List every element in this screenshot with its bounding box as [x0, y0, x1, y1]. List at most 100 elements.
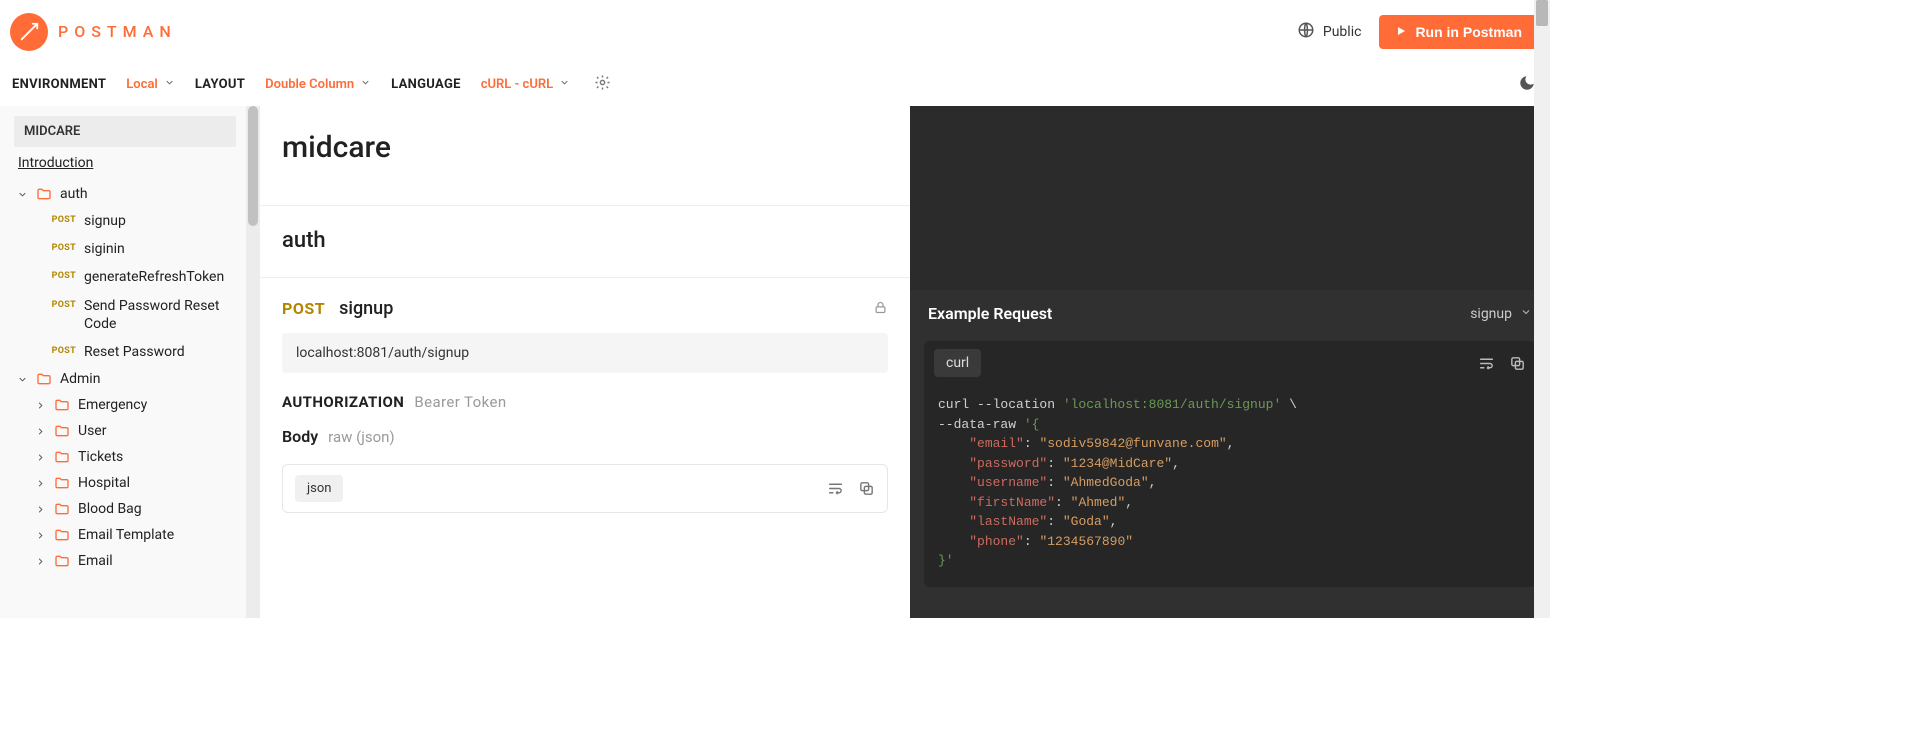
- method-badge: POST: [46, 297, 76, 310]
- folder-icon: [54, 501, 70, 517]
- example-header: Example Request signup: [910, 290, 1550, 337]
- chevron-right-icon: [34, 478, 46, 489]
- example-selector[interactable]: signup: [1470, 306, 1532, 322]
- folder-icon: [54, 449, 70, 465]
- lock-icon: [873, 300, 888, 319]
- sidebar-folder-tickets[interactable]: Tickets: [32, 444, 236, 470]
- admin-children: Emergency User Tickets: [32, 392, 236, 574]
- visibility-public[interactable]: Public: [1297, 21, 1362, 43]
- language-label: LANGUAGE: [391, 77, 461, 92]
- play-icon: [1395, 24, 1407, 40]
- sidebar-request-refresh[interactable]: POST generateRefreshToken: [44, 263, 236, 291]
- wrap-lines-button[interactable]: [1478, 355, 1495, 372]
- env-label: ENVIRONMENT: [12, 77, 106, 92]
- settings-button[interactable]: [594, 74, 611, 95]
- request-header: POST signup: [282, 298, 888, 319]
- body-language-chip[interactable]: json: [295, 475, 343, 502]
- top-header: POSTMAN Public Run in Postman: [0, 0, 1550, 64]
- method-badge: POST: [46, 343, 76, 356]
- env-dropdown[interactable]: Local: [126, 77, 175, 92]
- collection-name[interactable]: MIDCARE: [14, 116, 236, 147]
- env-value: Local: [126, 77, 158, 92]
- public-label: Public: [1323, 24, 1362, 40]
- sidebar-request-send-reset[interactable]: POST Send Password Reset Code: [44, 292, 236, 338]
- chevron-down-icon: [360, 77, 371, 92]
- folder-label: auth: [60, 186, 88, 202]
- body-heading: Body raw (json): [282, 427, 888, 446]
- content-area: midcare auth POST signup localhost:8081/…: [260, 106, 1550, 618]
- sidebar-request-signup[interactable]: POST signup: [44, 207, 236, 235]
- folder-label: User: [78, 423, 106, 439]
- chevron-right-icon: [34, 400, 46, 411]
- folder-label: Admin: [60, 371, 100, 387]
- chevron-down-icon: [559, 77, 570, 92]
- folder-section-title: auth: [260, 206, 910, 278]
- brand-name: POSTMAN: [58, 22, 177, 41]
- folder-icon: [54, 423, 70, 439]
- method-badge: POST: [46, 240, 76, 253]
- folder-icon: [54, 475, 70, 491]
- sidebar-request-signin[interactable]: POST siginin: [44, 235, 236, 263]
- code-card-actions: [1478, 355, 1526, 372]
- sidebar-folder-blood-bag[interactable]: Blood Bag: [32, 496, 236, 522]
- postman-logo-icon: [10, 13, 48, 51]
- run-label: Run in Postman: [1415, 24, 1522, 40]
- introduction-link[interactable]: Introduction: [18, 155, 232, 171]
- copy-button[interactable]: [1509, 355, 1526, 372]
- request-name: Reset Password: [84, 343, 234, 361]
- copy-button[interactable]: [858, 480, 875, 497]
- header-right: Public Run in Postman: [1297, 15, 1538, 49]
- example-column: Example Request signup curl curl --: [910, 106, 1550, 618]
- sidebar-folder-auth[interactable]: auth: [14, 181, 236, 207]
- body-box-header: json: [283, 465, 887, 512]
- auth-label: AUTHORIZATION: [282, 393, 404, 411]
- run-in-postman-button[interactable]: Run in Postman: [1379, 15, 1538, 49]
- body-box-actions: [827, 480, 875, 497]
- request-block: POST signup localhost:8081/auth/signup A…: [260, 278, 910, 533]
- folder-label: Tickets: [78, 449, 123, 465]
- globe-icon: [1297, 21, 1315, 43]
- code-card-header: curl: [924, 341, 1536, 385]
- sidebar-folder-emergency[interactable]: Emergency: [32, 392, 236, 418]
- code-language-chip[interactable]: curl: [934, 349, 981, 377]
- chevron-down-icon: [16, 189, 28, 200]
- language-dropdown[interactable]: cURL - cURL: [481, 77, 570, 92]
- wrap-lines-button[interactable]: [827, 480, 844, 497]
- folder-icon: [36, 186, 52, 202]
- sidebar-folder-email[interactable]: Email: [32, 548, 236, 574]
- sidebar-folder-admin[interactable]: Admin: [14, 366, 236, 392]
- request-method: POST: [282, 299, 325, 318]
- sidebar-scrollbar[interactable]: [246, 106, 260, 618]
- auth-type: Bearer Token: [414, 393, 506, 411]
- chevron-right-icon: [34, 556, 46, 567]
- scrollbar-thumb[interactable]: [248, 106, 258, 226]
- chevron-right-icon: [34, 504, 46, 515]
- sidebar-folder-hospital[interactable]: Hospital: [32, 470, 236, 496]
- sidebar-folder-user[interactable]: User: [32, 418, 236, 444]
- documentation-column: midcare auth POST signup localhost:8081/…: [260, 106, 910, 618]
- example-title: Example Request: [928, 304, 1052, 323]
- code-card: curl curl --location 'localhost:8081/aut…: [924, 341, 1536, 587]
- page-scrollbar[interactable]: [1534, 0, 1550, 618]
- code-snippet[interactable]: curl --location 'localhost:8081/auth/sig…: [924, 385, 1536, 587]
- layout-dropdown[interactable]: Double Column: [265, 77, 371, 92]
- chevron-right-icon: [34, 426, 46, 437]
- chevron-right-icon: [34, 530, 46, 541]
- chevron-right-icon: [34, 452, 46, 463]
- language-value: cURL - cURL: [481, 77, 553, 92]
- logo[interactable]: POSTMAN: [10, 13, 177, 51]
- body-label: Body: [282, 427, 318, 446]
- folder-label: Emergency: [78, 397, 147, 413]
- method-badge: POST: [46, 268, 76, 281]
- request-url[interactable]: localhost:8081/auth/signup: [282, 333, 888, 373]
- chevron-down-icon: [16, 374, 28, 385]
- scrollbar-thumb[interactable]: [1536, 0, 1548, 26]
- sidebar-folder-email-template[interactable]: Email Template: [32, 522, 236, 548]
- request-name: signup: [84, 212, 234, 230]
- sidebar: MIDCARE Introduction auth POST signup PO…: [0, 106, 260, 618]
- main-area: MIDCARE Introduction auth POST signup PO…: [0, 106, 1550, 618]
- sidebar-request-reset-pw[interactable]: POST Reset Password: [44, 338, 236, 366]
- example-spacer: [910, 106, 1550, 290]
- auth-children: POST signup POST siginin POST generateRe…: [44, 207, 236, 366]
- sidebar-content: MIDCARE Introduction auth POST signup PO…: [0, 106, 246, 618]
